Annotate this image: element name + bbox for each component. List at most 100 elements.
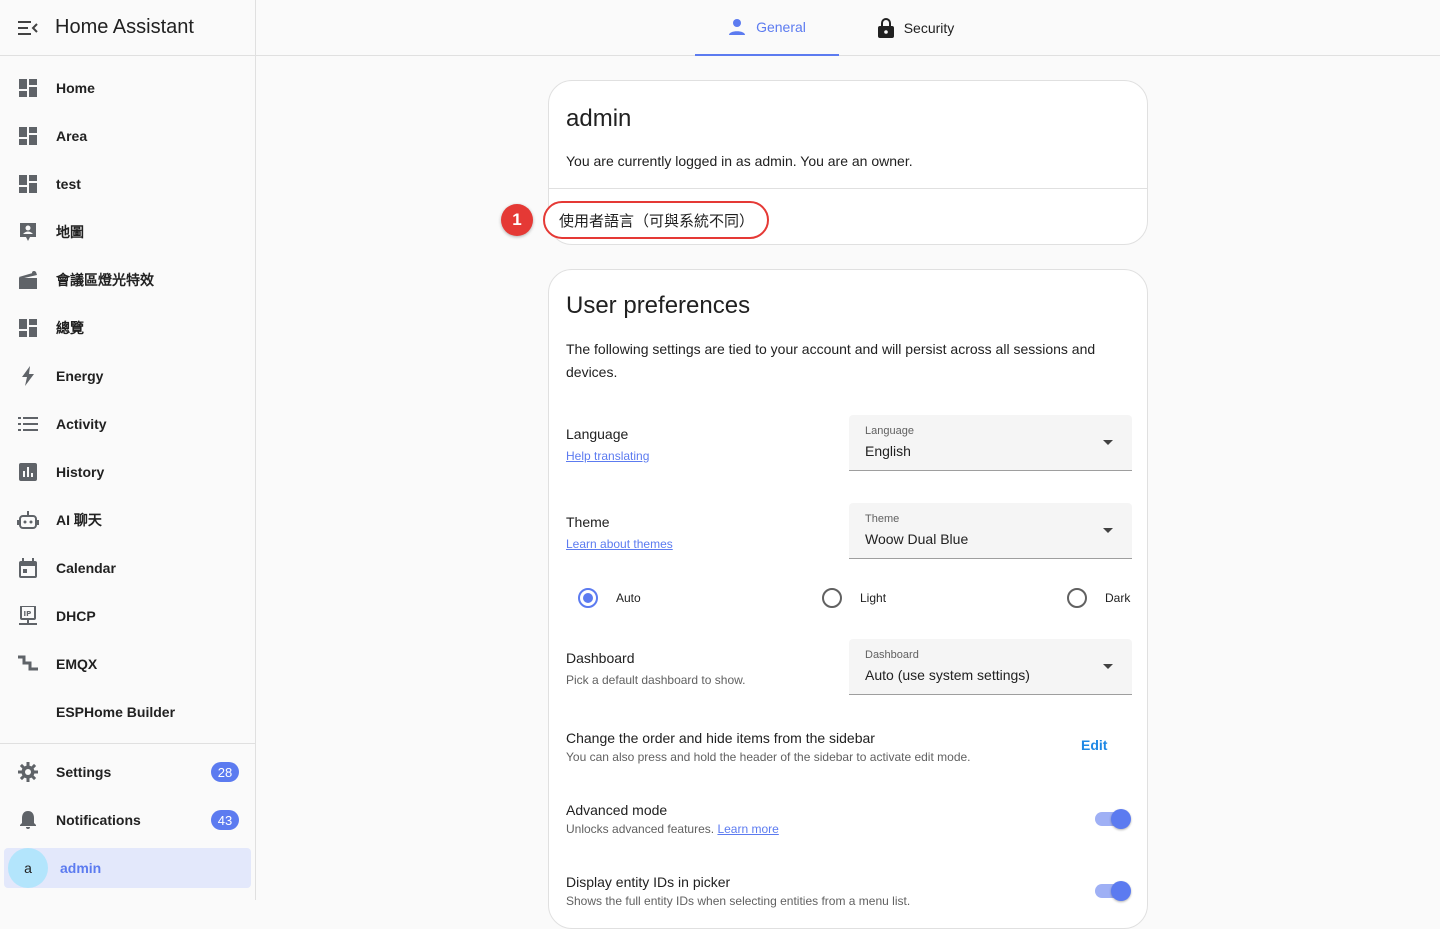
sidebar-item-label: Activity: [56, 416, 107, 432]
dropdown-arrow-icon: [1103, 664, 1113, 669]
preferences-title: User preferences: [566, 292, 751, 319]
radio-circle: [578, 588, 598, 608]
radio-label: Light: [860, 591, 887, 605]
lightning-bolt-icon: [16, 364, 40, 388]
dropdown-arrow-icon: [1103, 440, 1113, 445]
top-tab-bar: General Security: [256, 0, 1440, 56]
svg-text:IP: IP: [24, 610, 32, 618]
annotation-number-badge: 1: [501, 204, 533, 236]
settings-count-badge: 28: [211, 762, 239, 782]
sidebar-item-overview[interactable]: 總覽: [0, 304, 255, 352]
sidebar-item-label: Energy: [56, 368, 104, 384]
select-value: English: [865, 443, 911, 459]
dashboard-select[interactable]: Dashboard Auto (use system settings): [849, 639, 1132, 695]
profile-card: admin You are currently logged in as adm…: [501, 80, 1148, 245]
select-label: Theme: [865, 513, 900, 525]
robot-icon: [16, 508, 40, 532]
sidebar-item-dhcp[interactable]: IP DHCP: [0, 592, 255, 640]
learn-about-themes-link[interactable]: Learn about themes: [566, 537, 673, 551]
radio-circle: [822, 588, 842, 608]
dashboard-icon: [16, 316, 40, 340]
sidebar-item-calendar[interactable]: Calendar: [0, 544, 255, 592]
sidebar-item-map[interactable]: 地圖: [0, 208, 255, 256]
tab-security[interactable]: Security: [856, 0, 976, 56]
entity-ids-toggle[interactable]: [1095, 881, 1131, 901]
sidebar-item-label: EMQX: [56, 656, 98, 672]
notifications-count-badge: 43: [211, 810, 239, 830]
edit-sidebar-button[interactable]: Edit: [1081, 737, 1107, 753]
dashboard-label: Dashboard: [566, 650, 635, 666]
radio-label: Auto: [616, 591, 641, 605]
avatar: a: [8, 848, 48, 888]
esphome-icon: [16, 700, 40, 724]
language-select[interactable]: Language English: [849, 415, 1132, 471]
language-label: Language: [566, 426, 629, 442]
sidebar-bottom: Settings 28 Notifications 43 a admin: [0, 748, 255, 888]
profile-name: admin: [566, 105, 632, 132]
list-icon: [16, 412, 40, 436]
advanced-mode-toggle[interactable]: [1095, 809, 1131, 829]
theme-select[interactable]: Theme Woow Dual Blue: [849, 503, 1132, 559]
sidebar-item-label: 會議區燈光特效: [56, 272, 154, 288]
sidebar-item-settings[interactable]: Settings 28: [0, 748, 255, 796]
preferences-description: The following settings are tied to your …: [566, 341, 1096, 380]
menu-collapse-icon[interactable]: [16, 16, 40, 40]
sidebar-item-label: Settings: [56, 764, 112, 780]
user-preferences-card: User preferences The following settings …: [548, 269, 1148, 929]
calendar-icon: [16, 556, 40, 580]
sidebar-divider: [0, 743, 255, 744]
sidebar-order-sub: You can also press and hold the header o…: [566, 750, 971, 764]
map-account-icon: [16, 220, 40, 244]
theme-mode-light-radio[interactable]: Light: [822, 588, 886, 608]
sidebar-item-label: ESPHome Builder: [56, 704, 176, 720]
sidebar-item-label: Area: [56, 128, 88, 144]
sidebar-item-esphome[interactable]: ESPHome Builder: [0, 688, 255, 736]
dashboard-sub: Pick a default dashboard to show.: [566, 673, 746, 687]
learn-more-link[interactable]: Learn more: [717, 822, 778, 836]
toggle-knob: [1111, 809, 1131, 829]
sidebar: Home Assistant Home Area test 地圖 會議區燈光特效…: [0, 0, 256, 900]
sidebar-item-home[interactable]: Home: [0, 64, 255, 112]
radio-circle: [1067, 588, 1087, 608]
theme-mode-dark-radio[interactable]: Dark: [1067, 588, 1130, 608]
radio-label: Dark: [1105, 591, 1131, 605]
sidebar-item-label: Notifications: [56, 812, 141, 828]
sidebar-item-label: Calendar: [56, 560, 116, 576]
dashboard-icon: [16, 172, 40, 196]
help-translating-link[interactable]: Help translating: [566, 449, 649, 463]
bell-icon: [16, 808, 40, 832]
toggle-knob: [1111, 881, 1131, 901]
app-title: Home Assistant: [55, 16, 194, 38]
sidebar-item-history[interactable]: History: [0, 448, 255, 496]
ip-network-icon: IP: [16, 604, 40, 628]
tab-general[interactable]: General: [695, 0, 839, 56]
theme-mode-auto-radio[interactable]: Auto: [578, 588, 641, 608]
sidebar-item-profile[interactable]: a admin: [4, 848, 251, 888]
sidebar-item-area[interactable]: Area: [0, 112, 255, 160]
sidebar-item-scene[interactable]: 會議區燈光特效: [0, 256, 255, 304]
chart-box-icon: [16, 460, 40, 484]
advanced-mode-sub: Unlocks advanced features.: [566, 822, 715, 836]
sidebar-item-activity[interactable]: Activity: [0, 400, 255, 448]
dashboard-icon: [16, 124, 40, 148]
tab-security-label: Security: [903, 20, 955, 36]
sidebar-item-test[interactable]: test: [0, 160, 255, 208]
advanced-mode-label: Advanced mode: [566, 802, 668, 818]
sidebar-item-notifications[interactable]: Notifications 43: [0, 796, 255, 844]
lock-icon: [877, 18, 894, 38]
sidebar-item-label: AI 聊天: [56, 512, 102, 528]
select-value: Woow Dual Blue: [865, 531, 969, 547]
tab-general-label: General: [756, 19, 806, 35]
sidebar-item-label: Home: [56, 80, 95, 96]
sidebar-item-emqx[interactable]: EMQX: [0, 640, 255, 688]
sidebar-item-ai-chat[interactable]: AI 聊天: [0, 496, 255, 544]
theme-label: Theme: [566, 514, 610, 530]
sidebar-item-energy[interactable]: Energy: [0, 352, 255, 400]
sidebar-item-label: History: [56, 464, 105, 480]
card-divider: [549, 188, 1147, 189]
dashboard-icon: [16, 76, 40, 100]
profile-status: You are currently logged in as admin. Yo…: [566, 153, 913, 169]
entity-ids-sub: Shows the full entity IDs when selecting…: [566, 894, 911, 908]
sidebar-item-label: test: [56, 176, 81, 192]
account-icon: [728, 18, 746, 36]
